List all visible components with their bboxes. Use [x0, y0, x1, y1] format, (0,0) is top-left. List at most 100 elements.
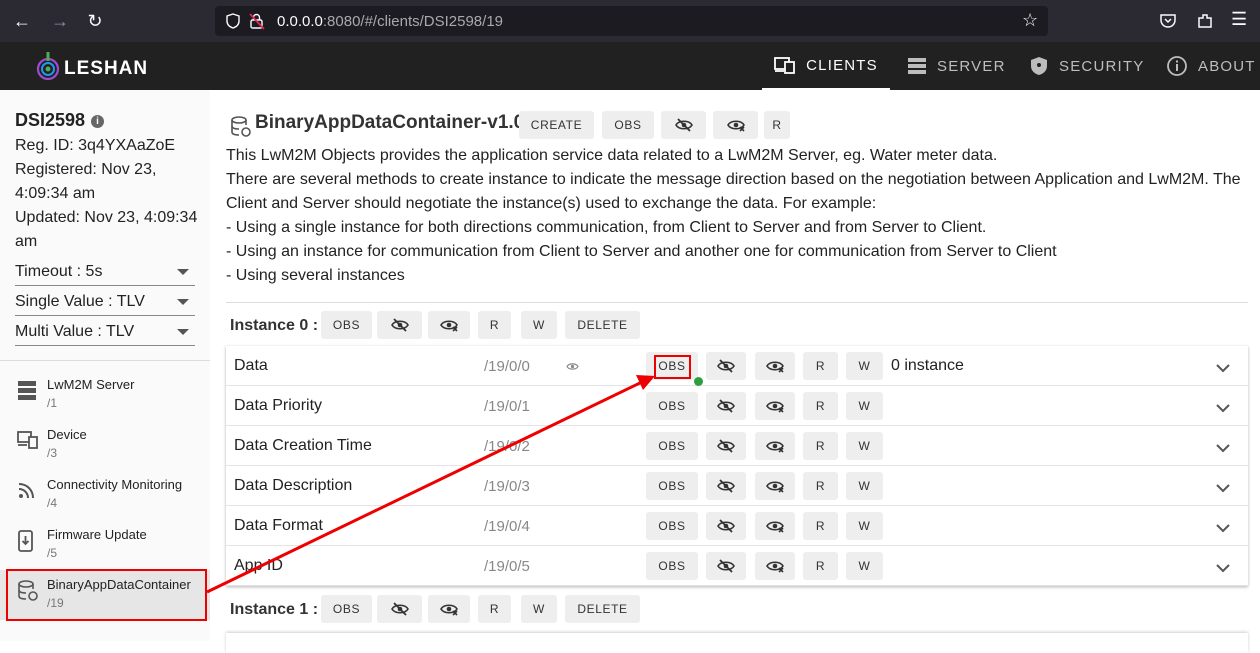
- chevron-down-icon[interactable]: [1216, 563, 1230, 573]
- single-value-format-select[interactable]: Single Value : TLV: [15, 290, 195, 316]
- instance-0-passive-cancel-observe-button[interactable]: [428, 311, 470, 339]
- resource-row[interactable]: App ID/19/0/5 OBS R W: [226, 546, 1248, 586]
- resource-write-button[interactable]: W: [846, 352, 883, 380]
- tab-security[interactable]: SECURITY: [1029, 42, 1144, 90]
- instance-0-write-button[interactable]: W: [521, 311, 557, 339]
- expand-resource[interactable]: [1216, 440, 1230, 458]
- eye-remove-icon: [766, 481, 784, 493]
- resource-passive-cancel-observe-button[interactable]: [755, 392, 795, 420]
- info-icon[interactable]: i: [91, 115, 105, 128]
- resource-cancel-observe-button[interactable]: [706, 352, 746, 380]
- expand-resource[interactable]: [1216, 520, 1230, 538]
- resource-observe-button[interactable]: OBS: [646, 472, 698, 500]
- multi-value-format-select[interactable]: Multi Value : TLV: [15, 320, 195, 346]
- system-update-icon: [18, 530, 33, 552]
- description-line: There are several methods to create inst…: [226, 171, 1241, 188]
- create-instance-button[interactable]: CREATE: [519, 111, 594, 139]
- instance-1-read-button[interactable]: R: [478, 595, 511, 623]
- resource-cancel-observe-button[interactable]: [706, 392, 746, 420]
- tab-about[interactable]: ABOUT: [1166, 42, 1256, 90]
- resource-write-button[interactable]: W: [846, 512, 883, 540]
- object-item-connectivity-monitoring[interactable]: Connectivity Monitoring /4: [0, 470, 210, 520]
- pocket-icon[interactable]: [1159, 12, 1177, 30]
- dropdown-arrow-icon: [177, 329, 189, 335]
- resource-path: /19/0/1: [484, 398, 530, 415]
- resource-passive-cancel-observe-button[interactable]: [755, 472, 795, 500]
- instance-0-delete-button[interactable]: DELETE: [565, 311, 640, 339]
- resource-value: 0 instance: [891, 357, 964, 374]
- instance-1-delete-button[interactable]: DELETE: [565, 595, 640, 623]
- resource-observe-button[interactable]: OBS: [646, 512, 698, 540]
- resource-read-button[interactable]: R: [803, 552, 838, 580]
- eye-off-icon: [717, 439, 735, 453]
- expand-resource[interactable]: [1216, 480, 1230, 498]
- resource-row[interactable]: Data Description/19/0/3 OBS R W: [226, 466, 1248, 506]
- resource-row[interactable]: Data Priority/19/0/1 OBS R W: [226, 386, 1248, 426]
- eye-remove-icon: [766, 361, 784, 373]
- extensions-icon[interactable]: [1196, 12, 1214, 30]
- url-bar[interactable]: 0.0.0.0:8080/#/clients/DSI2598/19 ☆: [215, 6, 1048, 36]
- resource-cancel-observe-button[interactable]: [706, 552, 746, 580]
- registered-time: 4:09:34 am: [15, 185, 96, 202]
- devices-icon: [17, 431, 38, 449]
- resource-passive-cancel-observe-button[interactable]: [755, 512, 795, 540]
- object-read-button[interactable]: R: [764, 111, 790, 139]
- forward-icon[interactable]: →: [47, 8, 73, 34]
- object-item-device[interactable]: Device /3: [0, 420, 210, 470]
- object-item-lwm2m-server[interactable]: LwM2M Server /1: [0, 370, 210, 420]
- instance-0-cancel-observe-button[interactable]: [377, 311, 422, 339]
- resource-row[interactable]: Data/19/0/0 OBS R W 0 instance: [226, 346, 1248, 386]
- chevron-down-icon[interactable]: [1216, 483, 1230, 493]
- resource-read-button[interactable]: R: [803, 512, 838, 540]
- object-passive-cancel-observe-button[interactable]: [713, 111, 758, 139]
- chevron-down-icon[interactable]: [1216, 443, 1230, 453]
- eye-off-icon: [674, 118, 693, 132]
- timeout-select[interactable]: Timeout : 5s: [15, 260, 195, 286]
- resource-row[interactable]: Data Format/19/0/4 OBS R W: [226, 506, 1248, 546]
- instance-0-observe-button[interactable]: OBS: [321, 311, 372, 339]
- resource-cancel-observe-button[interactable]: [706, 472, 746, 500]
- expand-resource[interactable]: [1216, 400, 1230, 418]
- resource-cancel-observe-button[interactable]: [706, 512, 746, 540]
- instance-1-observe-button[interactable]: OBS: [321, 595, 372, 623]
- resource-write-button[interactable]: W: [846, 472, 883, 500]
- chevron-down-icon[interactable]: [1216, 403, 1230, 413]
- resource-read-button[interactable]: R: [803, 352, 838, 380]
- expand-resource[interactable]: [1216, 360, 1230, 378]
- instance-1-passive-cancel-observe-button[interactable]: [428, 595, 470, 623]
- object-item-firmware-update[interactable]: Firmware Update /5: [0, 520, 210, 570]
- resource-observe-button[interactable]: OBS: [646, 392, 698, 420]
- menu-icon[interactable]: ☰: [1231, 9, 1247, 30]
- instance-1-write-button[interactable]: W: [521, 595, 557, 623]
- eye-remove-icon: [766, 401, 784, 413]
- resource-passive-cancel-observe-button[interactable]: [755, 352, 795, 380]
- tab-clients[interactable]: CLIENTS: [762, 42, 890, 90]
- instance-0-read-button[interactable]: R: [478, 311, 511, 339]
- instance-1-cancel-observe-button[interactable]: [377, 595, 422, 623]
- resource-read-button[interactable]: R: [803, 432, 838, 460]
- resource-write-button[interactable]: W: [846, 432, 883, 460]
- resource-cancel-observe-button[interactable]: [706, 432, 746, 460]
- resource-name: Data Format: [234, 517, 323, 534]
- resource-row[interactable]: Data Creation Time/19/0/2 OBS R W: [226, 426, 1248, 466]
- object-cancel-observe-button[interactable]: [661, 111, 706, 139]
- resource-passive-cancel-observe-button[interactable]: [755, 432, 795, 460]
- resource-observe-button[interactable]: OBS: [646, 432, 698, 460]
- instance-0-label: Instance 0 :: [230, 317, 319, 334]
- resource-write-button[interactable]: W: [846, 392, 883, 420]
- resource-read-button[interactable]: R: [803, 392, 838, 420]
- back-icon[interactable]: ←: [9, 8, 35, 34]
- chevron-down-icon[interactable]: [1216, 363, 1230, 373]
- observed-eye-icon: [566, 363, 579, 370]
- bookmark-star-icon[interactable]: ☆: [1022, 10, 1038, 31]
- resource-observe-button[interactable]: OBS: [646, 552, 698, 580]
- resource-write-button[interactable]: W: [846, 552, 883, 580]
- tab-server[interactable]: SERVER: [907, 42, 1006, 90]
- expand-resource[interactable]: [1216, 560, 1230, 578]
- object-observe-button[interactable]: OBS: [602, 111, 654, 139]
- resource-passive-cancel-observe-button[interactable]: [755, 552, 795, 580]
- insecure-lock-icon[interactable]: [249, 12, 265, 30]
- chevron-down-icon[interactable]: [1216, 523, 1230, 533]
- reload-icon[interactable]: ↻: [82, 8, 108, 34]
- resource-read-button[interactable]: R: [803, 472, 838, 500]
